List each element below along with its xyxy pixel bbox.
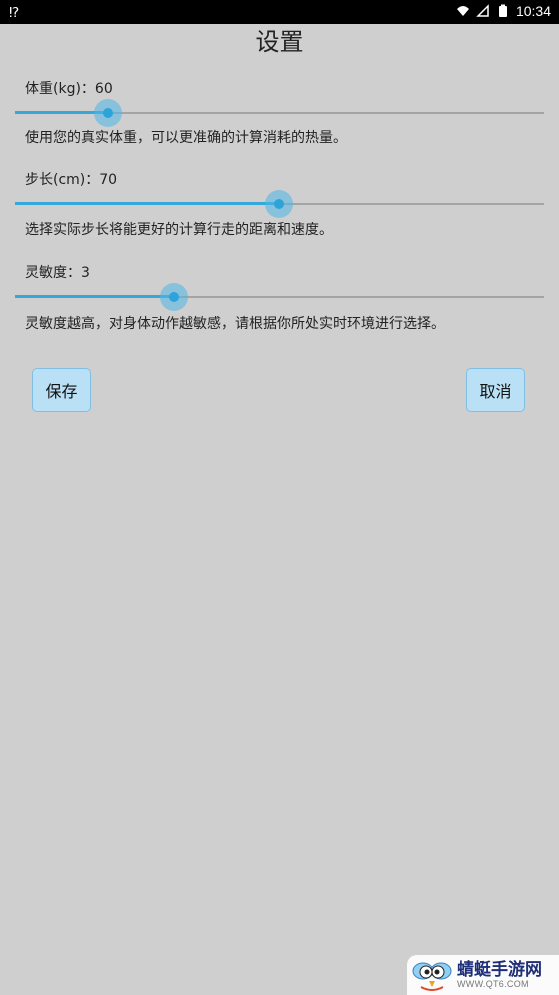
stride-description: 选择实际步长将能更好的计算行走的距离和速度。 (25, 222, 333, 238)
slider-thumb[interactable] (160, 283, 188, 311)
stride-label: 步长(cm)：70 (25, 172, 118, 188)
watermark-name: 蜻蜓手游网 (457, 959, 542, 979)
watermark-url: WWW.QT6.COM (457, 978, 529, 989)
sensitivity-slider[interactable] (15, 281, 544, 313)
slider-thumb[interactable] (94, 99, 122, 127)
weight-description: 使用您的真实体重，可以更准确的计算消耗的热量。 (25, 130, 347, 146)
stride-slider[interactable] (15, 188, 544, 220)
status-bar: ⁉ 10:34 (0, 0, 559, 24)
sensitivity-label: 灵敏度：3 (25, 265, 90, 281)
weight-slider[interactable] (15, 97, 544, 129)
watermark: 蜻蜓手游网 WWW.QT6.COM (407, 955, 559, 995)
slider-thumb[interactable] (265, 190, 293, 218)
status-icons: 10:34 (456, 3, 551, 19)
weight-label: 体重(kg)：60 (25, 81, 113, 97)
save-button[interactable]: 保存 (32, 368, 91, 412)
notification-icon: ⁉ (9, 4, 20, 20)
dragonfly-logo-icon (412, 962, 452, 991)
page-title: 设置 (255, 28, 304, 56)
signal-icon (476, 4, 489, 17)
battery-icon (498, 4, 507, 17)
cancel-button[interactable]: 取消 (466, 368, 525, 412)
wifi-icon (456, 6, 469, 16)
clock: 10:34 (515, 3, 551, 19)
slider-fill (15, 295, 174, 298)
slider-fill (15, 202, 279, 205)
sensitivity-description: 灵敏度越高，对身体动作越敏感，请根据你所处实时环境进行选择。 (25, 316, 445, 332)
